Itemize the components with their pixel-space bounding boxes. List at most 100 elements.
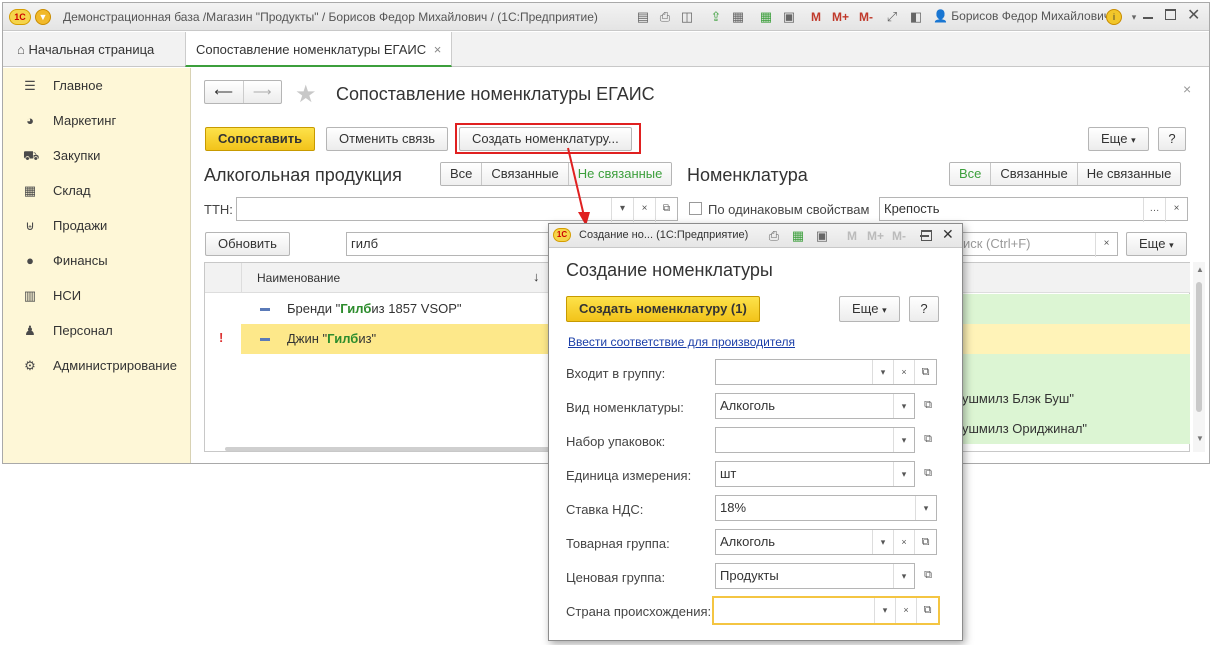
clear-icon[interactable]: × [633, 198, 655, 222]
packaging-set-field[interactable]: ▾ [715, 427, 915, 453]
favorite-star-icon[interactable]: ★ [295, 80, 317, 109]
clear-icon[interactable]: × [895, 598, 916, 623]
clear-icon[interactable]: × [1095, 233, 1117, 257]
info-icon[interactable]: i [1106, 9, 1122, 25]
scroll-down-icon[interactable]: ▼ [1196, 434, 1204, 443]
country-of-origin-field[interactable]: ▾ × ⧉ [712, 596, 940, 625]
left-search-input[interactable]: гилб [346, 232, 556, 256]
memory-plus-button[interactable]: M+ [867, 229, 884, 243]
memory-plus-button[interactable]: M+ [832, 10, 849, 24]
match-button[interactable]: Сопоставить [205, 127, 316, 151]
memory-minus-button[interactable]: M- [859, 10, 873, 24]
sidebar-item-personnel[interactable]: ♟ Персонал [3, 313, 190, 348]
left-filter-all[interactable]: Все [441, 163, 482, 185]
more-button[interactable]: Еще ▾ [1088, 127, 1149, 151]
dropdown-icon[interactable]: ▾ [893, 394, 914, 418]
chevron-down-icon[interactable]: ▾ [1125, 9, 1143, 25]
upload-icon[interactable]: ⇪ [707, 9, 725, 25]
dropdown-icon[interactable]: ▾ [872, 360, 893, 384]
product-group-field[interactable]: Алкоголь ▾ × ⧉ [715, 529, 937, 555]
forward-arrow-icon[interactable]: ⟶ [244, 81, 282, 103]
sidebar-item-admin[interactable]: ⚙ Администрирование [3, 348, 190, 383]
open-icon[interactable]: ⧉ [916, 598, 938, 623]
back-arrow-icon[interactable]: ⟵ [205, 81, 244, 103]
memory-minus-button[interactable]: M- [892, 229, 906, 243]
scrollbar-thumb[interactable] [1196, 282, 1202, 412]
scroll-up-icon[interactable]: ▲ [1196, 265, 1204, 274]
table-row[interactable]: ушмилз Ориджинал" [958, 414, 1190, 444]
open-icon[interactable]: ⧉ [918, 464, 938, 484]
open-icon[interactable]: ⧉ [918, 396, 938, 416]
refresh-button[interactable]: Обновить [205, 232, 290, 256]
print-icon[interactable]: ⎙ [765, 228, 783, 244]
minimize-icon[interactable] [1143, 17, 1153, 19]
sidebar-item-main[interactable]: ☰ Главное [3, 68, 190, 103]
dropdown-icon[interactable]: ▾ [611, 198, 633, 222]
select-icon[interactable]: … [1143, 198, 1165, 222]
vertical-scrollbar[interactable]: ▲ ▼ [1193, 262, 1205, 452]
report-icon[interactable]: ▦ [729, 9, 747, 25]
sidebar-item-sales[interactable]: ⊎ Продажи [3, 208, 190, 243]
dialog-help-button[interactable]: ? [909, 296, 939, 322]
nomenclature-type-field[interactable]: Алкоголь ▾ [715, 393, 915, 419]
table-row[interactable]: ушмилз Блэк Буш" [958, 384, 1190, 414]
print-icon[interactable]: ⎙ [656, 9, 674, 25]
dropdown-icon[interactable]: ▾ [874, 598, 895, 623]
sidebar-item-marketing[interactable]: ◕ Маркетинг [3, 103, 190, 138]
column-name-header[interactable]: Наименование [257, 271, 340, 285]
dropdown-icon[interactable]: ▾ [893, 462, 914, 486]
save-icon[interactable]: ▤ [634, 9, 652, 25]
property-field[interactable]: Крепость … × [879, 197, 1188, 222]
clear-icon[interactable]: × [893, 530, 914, 554]
calendar-icon[interactable]: ▣ [780, 9, 798, 25]
dropdown-icon[interactable]: ▾ [872, 530, 893, 554]
sidebar-item-nsi[interactable]: ▥ НСИ [3, 278, 190, 313]
right-search-input[interactable]: иск (Ctrl+F) × [958, 232, 1118, 257]
dropdown-icon[interactable]: ▾ [893, 564, 914, 588]
open-icon[interactable]: ⧉ [914, 360, 936, 384]
vat-rate-field[interactable]: 18% ▾ [715, 495, 937, 521]
open-icon[interactable]: ⧉ [918, 566, 938, 586]
create-nomenclature-confirm-button[interactable]: Создать номенклатуру (1) [566, 296, 760, 322]
right-filter-unlinked[interactable]: Не связанные [1076, 163, 1181, 185]
price-group-field[interactable]: Продукты ▾ [715, 563, 915, 589]
sidebar-item-purchases[interactable]: ⛟ Закупки [3, 138, 190, 173]
table-row[interactable]: ! Джин "Гилбиз" [205, 324, 553, 354]
right-filter-all[interactable]: Все [950, 163, 991, 185]
window-split-icon[interactable]: ◧ [907, 9, 925, 25]
tab-home[interactable]: ⌂ Начальная страница [7, 32, 164, 67]
calendar-icon[interactable]: ▣ [813, 228, 831, 244]
horizontal-scrollbar[interactable] [225, 447, 553, 451]
zoom-icon[interactable]: ⤢ [883, 9, 901, 25]
calculator-icon[interactable]: ▦ [789, 228, 807, 244]
sidebar-item-warehouse[interactable]: ▦ Склад [3, 173, 190, 208]
unlink-button[interactable]: Отменить связь [326, 127, 449, 151]
table-row[interactable]: Бренди "Гилбиз 1857 VSOP" [205, 294, 553, 324]
producer-match-link[interactable]: Ввести соответствие для производителя [568, 335, 795, 349]
same-props-checkbox[interactable] [689, 202, 702, 215]
maximize-icon[interactable] [1165, 9, 1176, 20]
preview-icon[interactable]: ◫ [678, 9, 696, 25]
open-icon[interactable]: ⧉ [914, 530, 936, 554]
tab-egais-matching[interactable]: Сопоставление номенклатуры ЕГАИС × [185, 32, 453, 67]
open-icon[interactable]: ⧉ [655, 198, 677, 222]
right-more-button[interactable]: Еще ▾ [1126, 232, 1187, 256]
calculator-icon[interactable]: ▦ [757, 9, 775, 25]
dropdown-icon[interactable]: ▾ [893, 428, 914, 452]
clear-icon[interactable]: × [893, 360, 914, 384]
form-close-icon[interactable]: × [1183, 81, 1191, 97]
help-button[interactable]: ? [1158, 127, 1186, 151]
table-row[interactable] [958, 294, 1190, 324]
table-row[interactable] [958, 324, 1190, 354]
tab-close-icon[interactable]: × [434, 42, 442, 57]
sidebar-item-finance[interactable]: ● Финансы [3, 243, 190, 278]
clear-icon[interactable]: × [1165, 198, 1187, 222]
maximize-icon[interactable] [921, 230, 932, 241]
user-name[interactable]: 👤 Борисов Федор Михайлович [933, 9, 1110, 23]
memory-m-button[interactable]: M [811, 10, 821, 24]
group-field[interactable]: ▾ × ⧉ [715, 359, 937, 385]
table-row[interactable] [958, 354, 1190, 384]
right-filter-linked[interactable]: Связанные [990, 163, 1077, 185]
ttn-field[interactable]: ▾ × ⧉ [236, 197, 678, 222]
close-icon[interactable]: ✕ [1187, 5, 1200, 25]
